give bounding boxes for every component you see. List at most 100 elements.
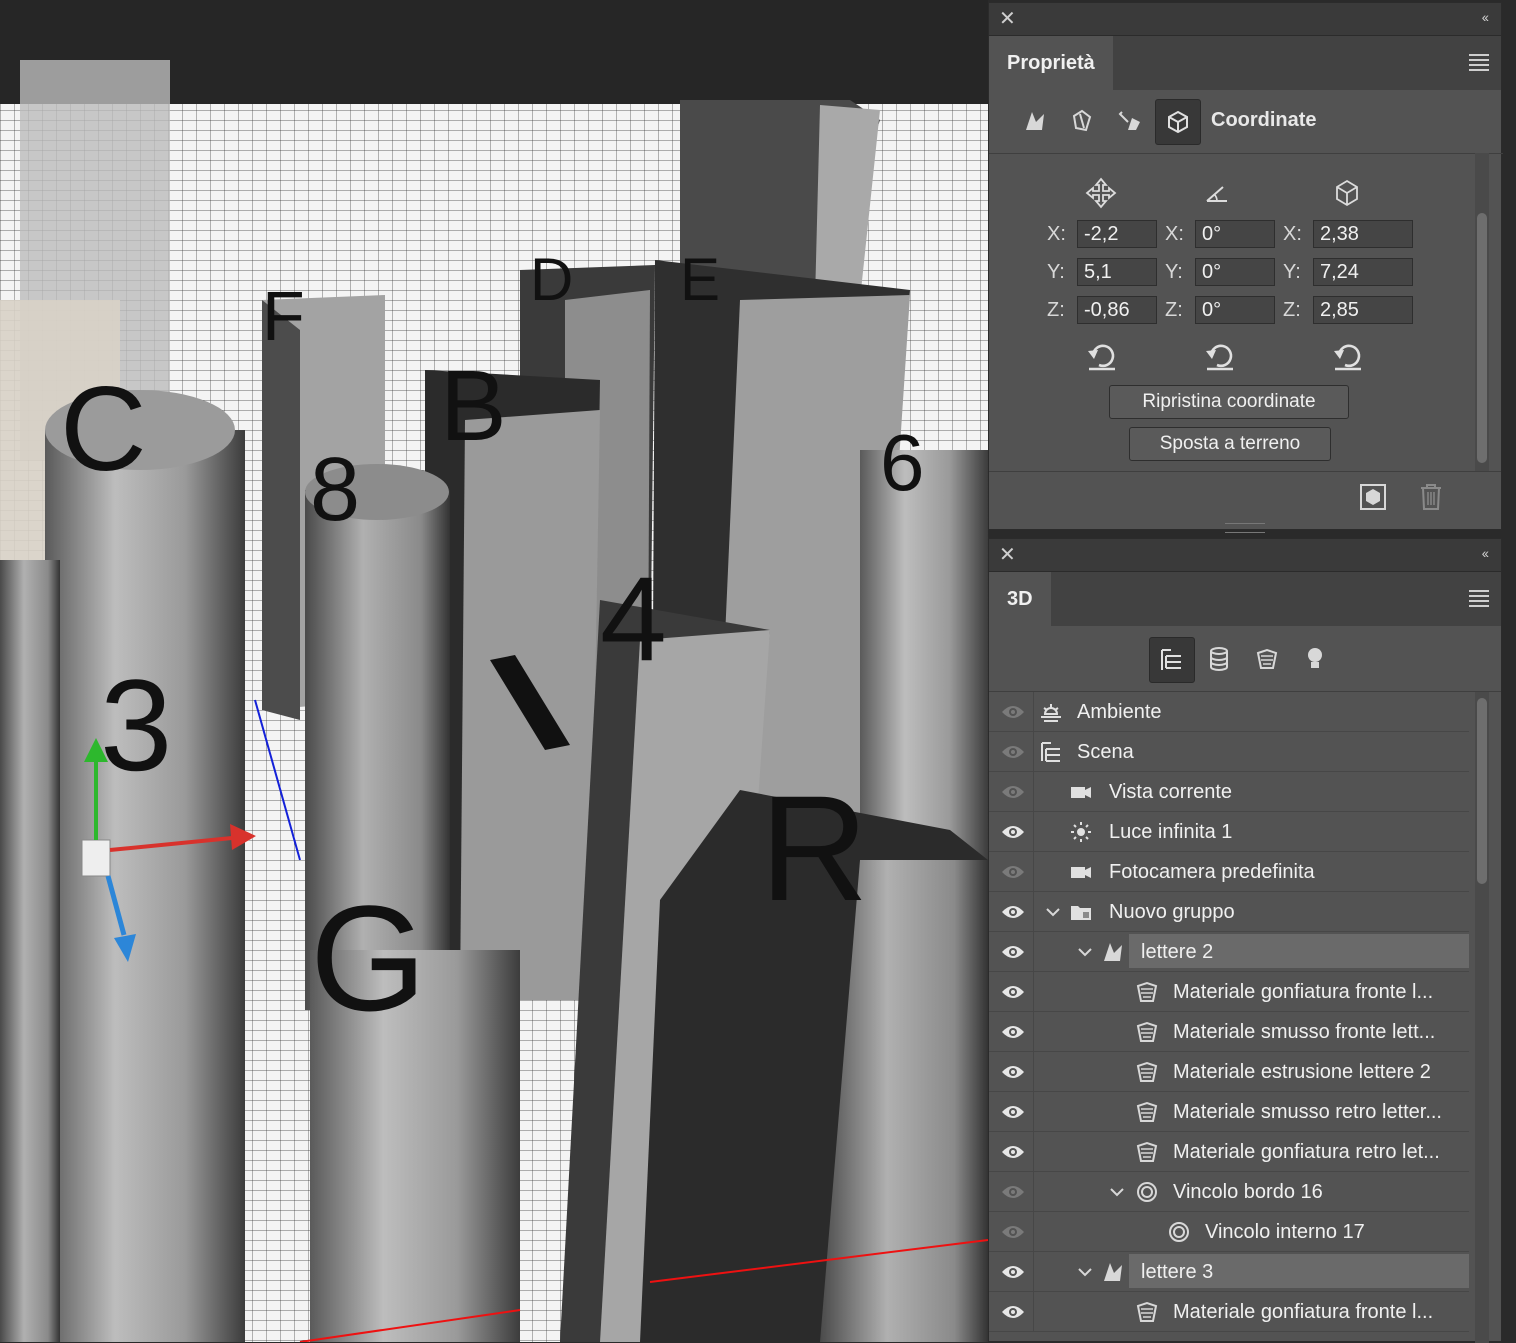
chevron-down-icon[interactable] bbox=[1077, 946, 1093, 958]
scale-z-field[interactable]: 2,85 bbox=[1313, 296, 1413, 324]
letter-d: D bbox=[530, 246, 573, 313]
position-y-field[interactable]: 5,1 bbox=[1077, 258, 1157, 286]
position-x-field[interactable]: -2,2 bbox=[1077, 220, 1157, 248]
chevron-down-icon[interactable] bbox=[1077, 1266, 1093, 1278]
move-icon bbox=[1085, 177, 1117, 214]
scale-y-field[interactable]: 7,24 bbox=[1313, 258, 1413, 286]
eye-icon[interactable] bbox=[1001, 864, 1025, 880]
tree-row-material[interactable]: Materiale smusso retro letter... bbox=[989, 1092, 1469, 1132]
eye-icon[interactable] bbox=[1001, 944, 1025, 960]
letter-g: G bbox=[310, 874, 427, 1042]
material-icon bbox=[1136, 981, 1158, 1002]
tree-row-fotocamera[interactable]: Fotocamera predefinita bbox=[989, 852, 1469, 892]
eye-icon[interactable] bbox=[1001, 824, 1025, 840]
properties-panel: ✕ ‹‹ Proprietà Coordinate X: -2,2 X: 0° … bbox=[988, 2, 1503, 533]
reset-position-icon[interactable] bbox=[1085, 339, 1119, 378]
materials-filter-icon[interactable] bbox=[1245, 637, 1289, 681]
tree-row-lettere-2[interactable]: lettere 2 bbox=[989, 932, 1469, 972]
eye-icon[interactable] bbox=[1001, 1024, 1025, 1040]
tree-row-label: Vincolo bordo 16 bbox=[1173, 1181, 1323, 1203]
whole-scene-filter-icon[interactable] bbox=[1149, 637, 1195, 683]
tree-row-vincolo-interno[interactable]: Vincolo interno 17 bbox=[989, 1212, 1469, 1252]
rotation-z-field[interactable]: 0° bbox=[1195, 296, 1275, 324]
scale-x-field[interactable]: 2,38 bbox=[1313, 220, 1413, 248]
eye-icon[interactable] bbox=[1001, 1304, 1025, 1320]
eye-icon[interactable] bbox=[1001, 1064, 1025, 1080]
render-icon[interactable] bbox=[1359, 483, 1387, 516]
material-icon bbox=[1136, 1301, 1158, 1322]
rotation-x-field[interactable]: 0° bbox=[1195, 220, 1275, 248]
tree-row-label: Materiale gonfiatura retro let... bbox=[1173, 1141, 1440, 1163]
move-to-ground-button[interactable]: Sposta a terreno bbox=[1129, 427, 1331, 461]
eye-icon[interactable] bbox=[1001, 1224, 1025, 1240]
pos-x-label: X: bbox=[1047, 223, 1066, 245]
tree-row-label: Scena bbox=[1077, 741, 1134, 763]
eye-icon[interactable] bbox=[1001, 784, 1025, 800]
scale-x-label: X: bbox=[1283, 223, 1302, 245]
tree-row-scena[interactable]: Scena bbox=[989, 732, 1469, 772]
eye-icon[interactable] bbox=[1001, 904, 1025, 920]
meshes-filter-icon[interactable] bbox=[1197, 637, 1241, 681]
tree-row-luce-infinita[interactable]: Luce infinita 1 bbox=[989, 812, 1469, 852]
rotation-y-field[interactable]: 0° bbox=[1195, 258, 1275, 286]
collapse-icon[interactable]: ‹‹ bbox=[1482, 9, 1489, 25]
eye-icon[interactable] bbox=[1001, 744, 1025, 760]
mesh-properties-icon[interactable] bbox=[1013, 99, 1057, 143]
letter-c: C bbox=[60, 362, 147, 496]
properties-panel-bar: ✕ ‹‹ bbox=[989, 3, 1501, 36]
eye-icon[interactable] bbox=[1001, 1264, 1025, 1280]
3d-panel: ✕ ‹‹ 3D Ambiente Scena Vista corrente Lu… bbox=[988, 538, 1502, 1343]
reset-scale-icon[interactable] bbox=[1331, 339, 1365, 378]
cap-icon[interactable] bbox=[1107, 99, 1151, 143]
close-icon[interactable]: ✕ bbox=[999, 8, 1016, 30]
letter-f: F bbox=[262, 277, 305, 355]
position-z-field[interactable]: -0,86 bbox=[1077, 296, 1157, 324]
3d-panel-bar: ✕ ‹‹ bbox=[989, 539, 1501, 572]
eye-icon[interactable] bbox=[1001, 1104, 1025, 1120]
tree-row-material[interactable]: Materiale gonfiatura retro let... bbox=[989, 1132, 1469, 1172]
rot-z-label: Z: bbox=[1165, 299, 1183, 321]
panel-menu-icon[interactable] bbox=[1469, 590, 1489, 610]
eye-icon[interactable] bbox=[1001, 1184, 1025, 1200]
3d-viewport[interactable]: C F D E 8 B 4 3 G R 6 bbox=[0, 0, 988, 1342]
tree-row-vincolo-bordo[interactable]: Vincolo bordo 16 bbox=[989, 1172, 1469, 1212]
resize-grip[interactable] bbox=[1225, 523, 1265, 533]
tree-row-label: Materiale gonfiatura fronte l... bbox=[1173, 1301, 1434, 1323]
scale-y-label: Y: bbox=[1283, 261, 1301, 283]
tree-row-label: Vista corrente bbox=[1109, 781, 1233, 803]
tree-row-nuovo-gruppo[interactable]: Nuovo gruppo bbox=[989, 892, 1469, 932]
chevron-down-icon[interactable] bbox=[1045, 906, 1061, 918]
eye-icon[interactable] bbox=[1001, 1144, 1025, 1160]
close-icon[interactable]: ✕ bbox=[999, 544, 1016, 566]
coordinates-icon[interactable] bbox=[1155, 99, 1201, 145]
letter-e: E bbox=[680, 246, 720, 313]
reset-coordinates-button[interactable]: Ripristina coordinate bbox=[1109, 385, 1349, 419]
tree-row-ambiente[interactable]: Ambiente bbox=[989, 692, 1469, 732]
chevron-down-icon[interactable] bbox=[1109, 1186, 1125, 1198]
tree-row-material[interactable]: Materiale gonfiatura fronte l... bbox=[989, 1292, 1469, 1332]
3d-scene[interactable]: C F D E 8 B 4 3 G R 6 bbox=[0, 0, 988, 1342]
tree-row-material[interactable]: Materiale estrusione lettere 2 bbox=[989, 1052, 1469, 1092]
mesh-icon bbox=[1104, 1263, 1122, 1281]
tree-row-vista-corrente[interactable]: Vista corrente bbox=[989, 772, 1469, 812]
reset-rotation-icon[interactable] bbox=[1203, 339, 1237, 378]
properties-scrollbar[interactable] bbox=[1475, 153, 1489, 471]
tree-row-material[interactable]: Materiale smusso fronte lett... bbox=[989, 1012, 1469, 1052]
material-icon bbox=[1136, 1021, 1158, 1042]
lights-filter-icon[interactable] bbox=[1293, 637, 1337, 681]
tree-row-lettere-3[interactable]: lettere 3 bbox=[989, 1252, 1469, 1292]
collapse-icon[interactable]: ‹‹ bbox=[1482, 545, 1489, 561]
eye-icon[interactable] bbox=[1001, 984, 1025, 1000]
eye-icon[interactable] bbox=[1001, 704, 1025, 720]
panel-menu-icon[interactable] bbox=[1469, 54, 1489, 74]
tab-3d[interactable]: 3D bbox=[989, 572, 1051, 626]
tree-row-label: Vincolo interno 17 bbox=[1205, 1221, 1365, 1243]
deform-icon[interactable] bbox=[1059, 99, 1103, 143]
letter-3: 3 bbox=[100, 652, 172, 798]
3d-tree-scrollbar[interactable] bbox=[1475, 692, 1489, 1343]
mesh-icon bbox=[1104, 943, 1122, 961]
trash-icon[interactable] bbox=[1419, 483, 1443, 516]
3d-scene-tree: Ambiente Scena Vista corrente Luce infin… bbox=[989, 692, 1473, 1343]
tab-properties[interactable]: Proprietà bbox=[989, 36, 1113, 90]
tree-row-material[interactable]: Materiale gonfiatura fronte l... bbox=[989, 972, 1469, 1012]
